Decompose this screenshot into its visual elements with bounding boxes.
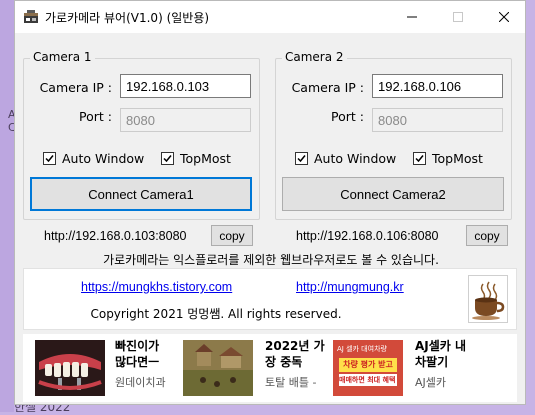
camera1-ip-label: Camera IP : (39, 80, 112, 95)
camera1-topmost-label: TopMost (180, 150, 231, 166)
maximize-button[interactable] (435, 1, 481, 33)
maximize-icon (453, 12, 463, 22)
ad3-banner-sub: 매매하면 최대 혜택 추가 (339, 374, 397, 386)
app-icon (24, 10, 38, 23)
close-button[interactable] (481, 1, 527, 33)
camera2-auto-window-checkbox[interactable]: Auto Window (295, 150, 396, 166)
ad2-title-line2: 장 중독 (265, 355, 303, 369)
ad1-title-line2: 많다면ㅡ (115, 355, 160, 369)
browser-notice: 가로카메라는 익스플로러를 제외한 웹브라우저로도 볼 수 있습니다. (103, 253, 439, 267)
ad2-subtitle: 토탈 배틀 - (265, 376, 317, 389)
coffee-cup-icon (472, 281, 505, 320)
checkbox-box (161, 151, 174, 165)
camera1-auto-window-checkbox[interactable]: Auto Window (43, 150, 144, 166)
camera2-port-label: Port : (331, 109, 364, 124)
camera2-ip-label: Camera IP : (291, 80, 364, 95)
camera2-ip-input[interactable] (372, 74, 503, 98)
ad2-title-line1: 2022년 가 (265, 339, 325, 353)
camera2-url-label: http://192.168.0.106:8080 (296, 229, 439, 243)
ad1-title-line1: 빠진이가 (115, 339, 160, 353)
coffee-donation-button[interactable] (468, 275, 508, 323)
camera1-url-label: http://192.168.0.103:8080 (44, 229, 187, 243)
window-title: 가로카메라 뷰어(V1.0) (일반용) (45, 11, 210, 25)
copyright-text: Copyright 2021 멍멍쌤. All rights reserved. (90, 307, 342, 321)
connect-camera2-button[interactable]: Connect Camera2 (282, 177, 504, 211)
app-window: 가로카메라 뷰어(V1.0) (일반용) Camera 1 Camera IP … (14, 0, 526, 405)
camera2-auto-window-label: Auto Window (314, 150, 397, 166)
checkbox-box (295, 151, 308, 165)
camera2-topmost-label: TopMost (432, 150, 483, 166)
camera1-copy-button[interactable]: copy (211, 225, 253, 246)
ad1-title[interactable]: 빠진이가 많다면ㅡ (115, 338, 159, 370)
links-panel: https://mungkhs.tistory.com http://mungm… (23, 268, 517, 330)
homepage-link[interactable]: http://mungmung.kr (296, 280, 404, 294)
camera2-topmost-checkbox[interactable]: TopMost (413, 150, 483, 166)
camera1-auto-window-label: Auto Window (62, 150, 145, 166)
ad3-title-line2: 차팔기 (415, 355, 449, 369)
connect-camera1-button[interactable]: Connect Camera1 (30, 177, 252, 211)
ad-game-image (183, 340, 253, 396)
camera2-legend: Camera 2 (282, 50, 347, 64)
checkmark-icon (163, 154, 172, 162)
ad3-title[interactable]: AJ셀카 내 차팔기 (415, 338, 466, 370)
ad-dental-image (35, 340, 105, 396)
ad1-subtitle: 원데이치과 (115, 376, 166, 389)
ad3-title-line1: AJ셀카 내 (415, 339, 467, 353)
title-bar[interactable]: 가로카메라 뷰어(V1.0) (일반용) (15, 1, 525, 33)
ad-car-image: AJ 셀카 대여차량 차량 평가 받고 매매하면 최대 혜택 추가 (333, 340, 403, 396)
ad2-title[interactable]: 2022년 가 장 중독 (265, 338, 325, 370)
ad3-badge: AJ 셀카 대여차량 (337, 345, 387, 353)
checkmark-icon (45, 154, 54, 162)
camera1-port-label: Port : (79, 109, 112, 124)
minimize-icon (407, 16, 417, 18)
checkbox-box (413, 151, 426, 165)
camera2-copy-button[interactable]: copy (466, 225, 508, 246)
checkbox-box (43, 151, 56, 165)
tistory-link[interactable]: https://mungkhs.tistory.com (81, 280, 232, 294)
checkmark-icon (415, 154, 424, 162)
camera2-port-input[interactable] (372, 108, 503, 132)
camera1-port-input[interactable] (120, 108, 251, 132)
camera1-legend: Camera 1 (30, 50, 95, 64)
ad3-banner: 차량 평가 받고 (339, 358, 397, 372)
camera1-ip-input[interactable] (120, 74, 251, 98)
checkmark-icon (297, 154, 306, 162)
ad3-subtitle: AJ셀카 (415, 376, 447, 389)
desktop-background (0, 0, 14, 412)
close-icon (499, 12, 509, 22)
ad3-banner-line1: 차량 평가 받고 (343, 360, 393, 369)
camera1-topmost-checkbox[interactable]: TopMost (161, 150, 231, 166)
minimize-button[interactable] (389, 1, 435, 33)
ad-banner[interactable]: 빠진이가 많다면ㅡ 원데이치과 2022년 가 장 중독 토탈 배틀 - AJ … (23, 334, 517, 402)
